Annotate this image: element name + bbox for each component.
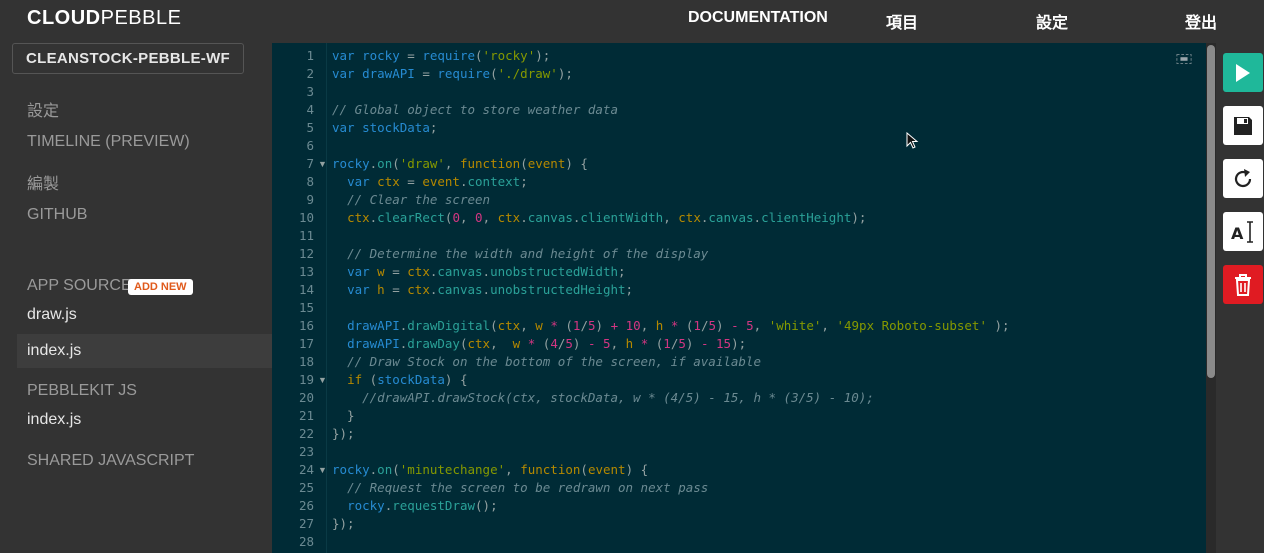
file-index-js[interactable]: index.js: [27, 342, 81, 360]
line-number: 11: [298, 228, 314, 243]
line-number: 26: [298, 498, 314, 513]
mouse-cursor-icon: [906, 132, 919, 149]
line-number: 24: [298, 462, 314, 477]
text-format-icon: A: [1231, 220, 1253, 243]
line-number: 5: [306, 120, 314, 135]
line-number: 3: [306, 84, 314, 99]
add-new-button[interactable]: ADD NEW: [128, 279, 193, 295]
nav-logout[interactable]: 登出: [1185, 9, 1217, 33]
line-number: 18: [298, 354, 314, 369]
code-line: rocky.on('minutechange', function(event)…: [332, 462, 649, 477]
code-line: if (stockData) {: [347, 372, 468, 387]
app-source-heading: APP SOURCE: [27, 277, 132, 294]
code-line: var ctx = event.context;: [347, 174, 528, 189]
line-number: 22: [298, 426, 314, 441]
pebblekit-heading: PEBBLEKIT JS: [27, 382, 137, 399]
code-line: rocky.requestDraw();: [347, 498, 498, 513]
scrollbar-thumb[interactable]: [1207, 45, 1215, 378]
line-number: 4: [306, 102, 314, 117]
sidebar-item-compile[interactable]: 編製: [27, 170, 59, 194]
code-line: rocky.on('draw', function(event) {: [332, 156, 588, 171]
minimize-icon[interactable]: [1176, 53, 1192, 65]
line-number: 25: [298, 480, 314, 495]
line-number: 2: [306, 66, 314, 81]
code-line: });: [332, 516, 355, 531]
line-number: 21: [298, 408, 314, 423]
cloudpebble-logo[interactable]: CLOUDPEBBLE: [27, 7, 181, 30]
fold-toggle-icon[interactable]: ▼: [318, 465, 327, 475]
svg-text:A: A: [1231, 224, 1244, 243]
reload-icon: [1234, 168, 1252, 187]
code-line: var w = ctx.canvas.unobstructedWidth;: [347, 264, 626, 279]
code-line: // Request the screen to be redrawn on n…: [347, 480, 709, 495]
line-number-gutter: 1 2 3 4 5 6 7 ▼ 8 9 10 11 12 13 14 15 16 17 18 19 ▼ 20 21 22 23 2…: [272, 43, 327, 553]
file-draw-js[interactable]: draw.js: [27, 306, 77, 324]
line-number: 20: [298, 390, 314, 405]
play-icon: [1236, 63, 1250, 82]
trash-icon: [1235, 273, 1251, 296]
reload-button[interactable]: [1223, 159, 1263, 198]
file-pebblekit-index-js[interactable]: index.js: [27, 411, 81, 429]
line-number: 1: [306, 48, 314, 63]
delete-button[interactable]: [1223, 265, 1263, 304]
line-number: 10: [298, 210, 314, 225]
line-number: 17: [298, 336, 314, 351]
line-number: 23: [298, 444, 314, 459]
sidebar-item-timeline[interactable]: TIMELINE (PREVIEW): [27, 133, 190, 151]
top-nav: CLOUDPEBBLE DOCUMENTATION 項目 設定 登出: [0, 0, 1264, 38]
nav-settings[interactable]: 設定: [1036, 9, 1068, 33]
nav-projects[interactable]: 項目: [886, 9, 918, 33]
fold-toggle-icon[interactable]: ▼: [318, 375, 327, 385]
line-number: 19: [298, 372, 314, 387]
code-line: });: [332, 426, 355, 441]
code-line: //drawAPI.drawStock(ctx, stockData, w * …: [362, 390, 874, 405]
sidebar-item-settings[interactable]: 設定: [27, 97, 59, 121]
code-line: // Clear the screen: [347, 192, 491, 207]
code-line: // Draw Stock on the bottom of the scree…: [347, 354, 761, 369]
code-line: drawAPI.drawDigital(ctx, w * (1/5) + 10,…: [347, 318, 1010, 333]
run-button[interactable]: [1223, 53, 1263, 92]
code-editor[interactable]: 1 2 3 4 5 6 7 ▼ 8 9 10 11 12 13 14 15 16 17 18 19 ▼ 20 21 22 23 2…: [272, 43, 1216, 553]
code-line: drawAPI.drawDay(ctx, w * (4/5) - 5, h * …: [347, 336, 747, 351]
format-button[interactable]: A: [1223, 212, 1263, 251]
code-line: var drawAPI = require('./draw');: [332, 66, 573, 81]
code-line: // Global object to store weather data: [332, 102, 618, 117]
code-line: // Determine the width and height of the…: [347, 246, 709, 261]
line-number: 12: [298, 246, 314, 261]
line-number: 8: [306, 174, 314, 189]
save-button[interactable]: [1223, 106, 1263, 145]
sidebar-item-github[interactable]: GITHUB: [27, 206, 87, 224]
project-name-button[interactable]: CLEANSTOCK-PEBBLE-WF: [12, 43, 244, 74]
line-number: 7: [306, 156, 314, 171]
code-line: ctx.clearRect(0, 0, ctx.canvas.clientWid…: [347, 210, 867, 225]
code-line: }: [332, 408, 355, 423]
line-number: 27: [298, 516, 314, 531]
line-number: 28: [298, 534, 314, 549]
line-number: 16: [298, 318, 314, 333]
line-number: 14: [298, 282, 314, 297]
code-line: var h = ctx.canvas.unobstructedHeight;: [347, 282, 634, 297]
line-number: 15: [298, 300, 314, 315]
code-line: var stockData;: [332, 120, 438, 135]
save-icon: [1234, 116, 1252, 135]
fold-toggle-icon[interactable]: ▼: [318, 159, 327, 169]
shared-javascript-heading: SHARED JAVASCRIPT: [27, 452, 195, 469]
line-number: 6: [306, 138, 314, 153]
nav-documentation[interactable]: DOCUMENTATION: [688, 9, 828, 27]
code-line: var rocky = require('rocky');: [332, 48, 551, 63]
line-number: 9: [306, 192, 314, 207]
line-number: 13: [298, 264, 314, 279]
